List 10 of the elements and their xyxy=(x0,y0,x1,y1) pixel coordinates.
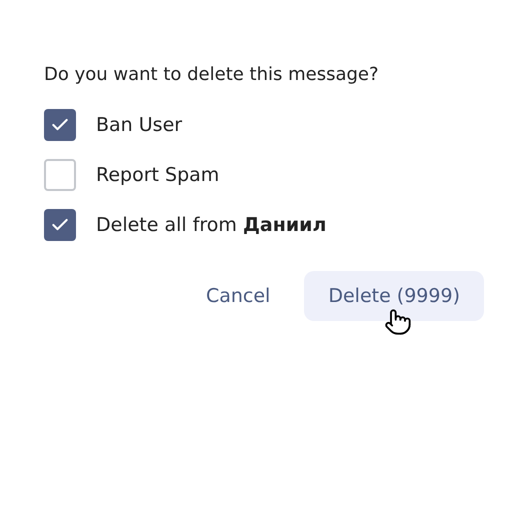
delete-button[interactable]: Delete (9999) xyxy=(304,271,484,321)
dialog-question: Do you want to delete this message? xyxy=(44,63,380,87)
checkbox[interactable] xyxy=(44,109,76,141)
checkbox[interactable] xyxy=(44,159,76,191)
checkbox-label: Report Spam xyxy=(96,162,220,188)
hand-cursor-icon xyxy=(384,308,412,336)
checkbox[interactable] xyxy=(44,209,76,241)
checkbox-label: Ban User xyxy=(96,112,182,138)
cancel-button[interactable]: Cancel xyxy=(204,271,272,321)
checkbox-label: Delete all from Даниил xyxy=(96,212,326,238)
